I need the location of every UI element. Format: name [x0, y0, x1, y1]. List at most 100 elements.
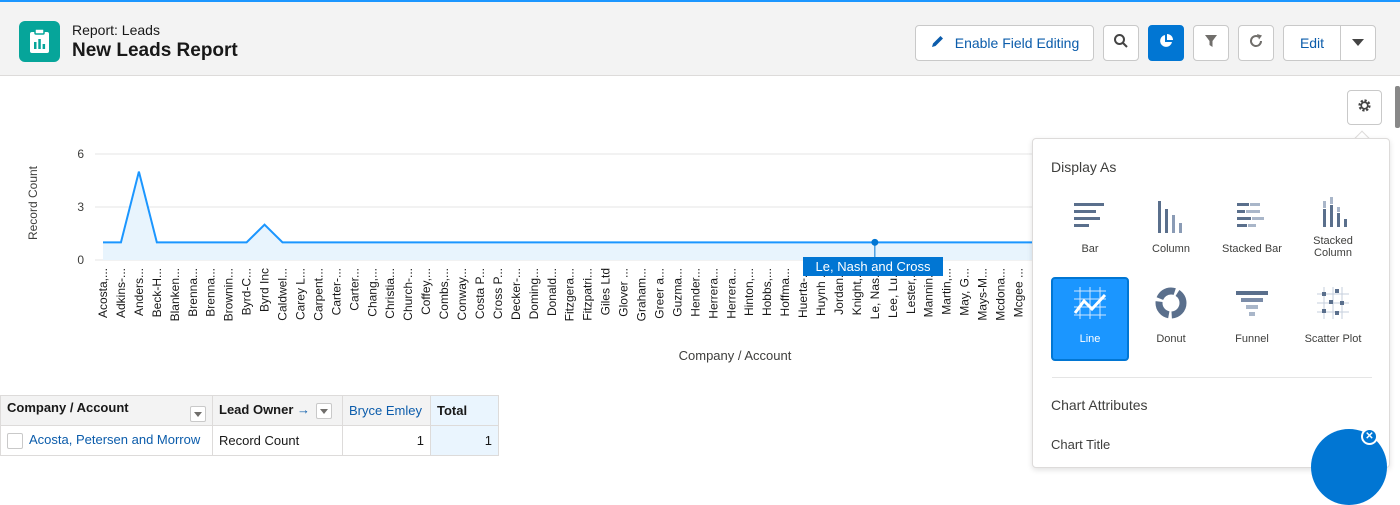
x-tick-label: Giles Ltd: [599, 268, 613, 315]
chart-type-column[interactable]: Column: [1132, 191, 1210, 275]
x-tick-label: Anders...: [132, 268, 146, 316]
filter-button[interactable]: [1193, 25, 1229, 61]
value-cell: 1: [342, 425, 431, 456]
series-area: [103, 171, 1040, 260]
chart-type-bar[interactable]: Bar: [1051, 191, 1129, 275]
x-tick-label: Greer a...: [652, 268, 666, 319]
funnel-chart-icon: [1213, 285, 1291, 321]
scrollbar[interactable]: [1395, 86, 1400, 128]
pencil-icon: [930, 34, 945, 52]
chevron-down-icon: [1352, 34, 1364, 52]
x-tick-label: Church-...: [401, 268, 415, 321]
x-tick-label: Hender...: [688, 268, 702, 317]
x-tick-label: Chang,...: [365, 268, 379, 317]
enable-field-editing-button[interactable]: Enable Field Editing: [915, 25, 1094, 61]
gear-icon: [1357, 98, 1372, 118]
x-tick-label: Coffey,...: [419, 268, 433, 315]
x-tick-label: Hobbs,...: [760, 268, 774, 316]
x-tick-label: Herrera...: [724, 268, 738, 319]
column-menu-icon[interactable]: [190, 405, 206, 422]
x-tick-label: Herrera...: [706, 268, 720, 319]
x-tick-label: Brenna...: [186, 268, 200, 317]
x-tick-label: Costa P...: [473, 268, 487, 319]
x-tick-label: Fitzgera...: [563, 268, 577, 321]
donut-chart-icon: [1132, 285, 1210, 321]
column-chart-icon: [1132, 199, 1210, 235]
x-tick-label: Adkins-...: [114, 268, 128, 318]
close-icon[interactable]: ✕: [1361, 428, 1378, 445]
chart-type-donut[interactable]: Donut: [1132, 277, 1210, 361]
line-chart: 0 3 6 Acosta,... Adkins-... Anders... Beck-H..…: [77, 147, 1040, 321]
pie-chart-icon: [1158, 33, 1174, 54]
search-button[interactable]: [1103, 25, 1139, 61]
chart-attributes-heading: Chart Attributes: [1051, 397, 1148, 413]
page-title: New Leads Report: [72, 40, 238, 61]
chart-settings-panel: Display As Bar Column Stacked Bar Stacke…: [1032, 138, 1390, 468]
edit-button[interactable]: Edit: [1283, 25, 1341, 61]
x-tick-label: Cross P...: [491, 268, 505, 319]
filter-icon: [1204, 34, 1218, 53]
x-tick-label: Donald...: [545, 268, 559, 316]
column-header-lead-owner[interactable]: Lead Owner →: [212, 395, 343, 426]
y-tick-label: 6: [77, 147, 84, 161]
report-app-icon: [19, 21, 60, 62]
y-tick-label: 3: [77, 200, 84, 214]
x-tick-label: Brownin...: [222, 268, 236, 321]
data-point[interactable]: [871, 238, 879, 246]
x-tick-label: Guzma...: [670, 268, 684, 317]
page-header: Report: Leads New Leads Report Enable Fi…: [0, 2, 1400, 76]
column-header-owner-value[interactable]: Bryce Emley: [342, 395, 431, 426]
chart-toggle-button[interactable]: [1148, 25, 1184, 61]
x-tick-label: Carey L...: [293, 268, 307, 320]
chart-tooltip: Le, Nash and Cross: [803, 257, 943, 276]
refresh-button[interactable]: [1238, 25, 1274, 61]
chart-type-line[interactable]: Line: [1051, 277, 1129, 361]
column-header-total: Total: [430, 395, 499, 426]
metric-cell: Record Count: [212, 425, 343, 456]
x-tick-label: May, G...: [958, 268, 972, 316]
more-actions-button[interactable]: [1340, 25, 1376, 61]
x-tick-label: Byrd-C...: [240, 268, 254, 315]
x-tick-label: Acosta,...: [96, 268, 110, 318]
y-axis-label: Record Count: [26, 165, 40, 241]
x-tick-label: Brenna...: [204, 268, 218, 317]
report-table: Company / Account Lead Owner → Bryce Eml…: [0, 395, 499, 456]
chart-type-stacked-bar[interactable]: Stacked Bar: [1213, 191, 1291, 275]
chart-title-label: Chart Title: [1051, 437, 1111, 452]
table-row: Acosta, Petersen and Morrow Record Count…: [0, 425, 499, 456]
chart-type-stacked-column[interactable]: Stacked Column: [1294, 191, 1372, 275]
chart-settings-button[interactable]: [1347, 90, 1382, 125]
panel-divider: [1052, 377, 1372, 378]
chart-type-funnel[interactable]: Funnel: [1213, 277, 1291, 361]
x-tick-label: Mcgee ...: [1011, 268, 1025, 317]
x-tick-label: Mays-M...: [976, 268, 990, 321]
column-header-company[interactable]: Company / Account: [0, 395, 213, 426]
refresh-icon: [1248, 33, 1264, 54]
chart-type-scatter-plot[interactable]: Scatter Plot: [1294, 277, 1372, 361]
company-cell[interactable]: Acosta, Petersen and Morrow: [0, 425, 213, 456]
row-checkbox[interactable]: [7, 432, 23, 449]
x-tick-label: Mcdona...: [994, 268, 1008, 321]
x-tick-label: Conway...: [455, 268, 469, 320]
enable-field-editing-label: Enable Field Editing: [954, 35, 1080, 51]
x-tick-label: Carter-...: [329, 268, 343, 315]
x-tick-label: Christia...: [383, 268, 397, 319]
line-chart-icon: [1053, 285, 1127, 321]
arrow-right-icon: →: [297, 402, 311, 418]
scatter-plot-icon: [1294, 285, 1372, 321]
x-tick-label: Beck-H...: [150, 268, 164, 317]
x-tick-label: Carter...: [347, 268, 361, 311]
x-tick-label: Hoffma...: [778, 268, 792, 316]
bar-chart-icon: [1051, 199, 1129, 235]
display-as-heading: Display As: [1051, 159, 1117, 175]
column-menu-icon[interactable]: [316, 402, 333, 419]
stacked-bar-icon: [1213, 199, 1291, 235]
x-tick-label: Decker-...: [509, 268, 523, 320]
report-type-label: Report: Leads: [72, 22, 160, 38]
search-icon: [1113, 33, 1129, 54]
y-tick-label: 0: [77, 253, 84, 267]
x-tick-label: Hinton,...: [742, 268, 756, 316]
x-tick-label: Fitzpatri...: [581, 268, 595, 321]
x-tick-label: Glover ...: [617, 268, 631, 317]
x-tick-label: Blanken...: [168, 268, 182, 321]
